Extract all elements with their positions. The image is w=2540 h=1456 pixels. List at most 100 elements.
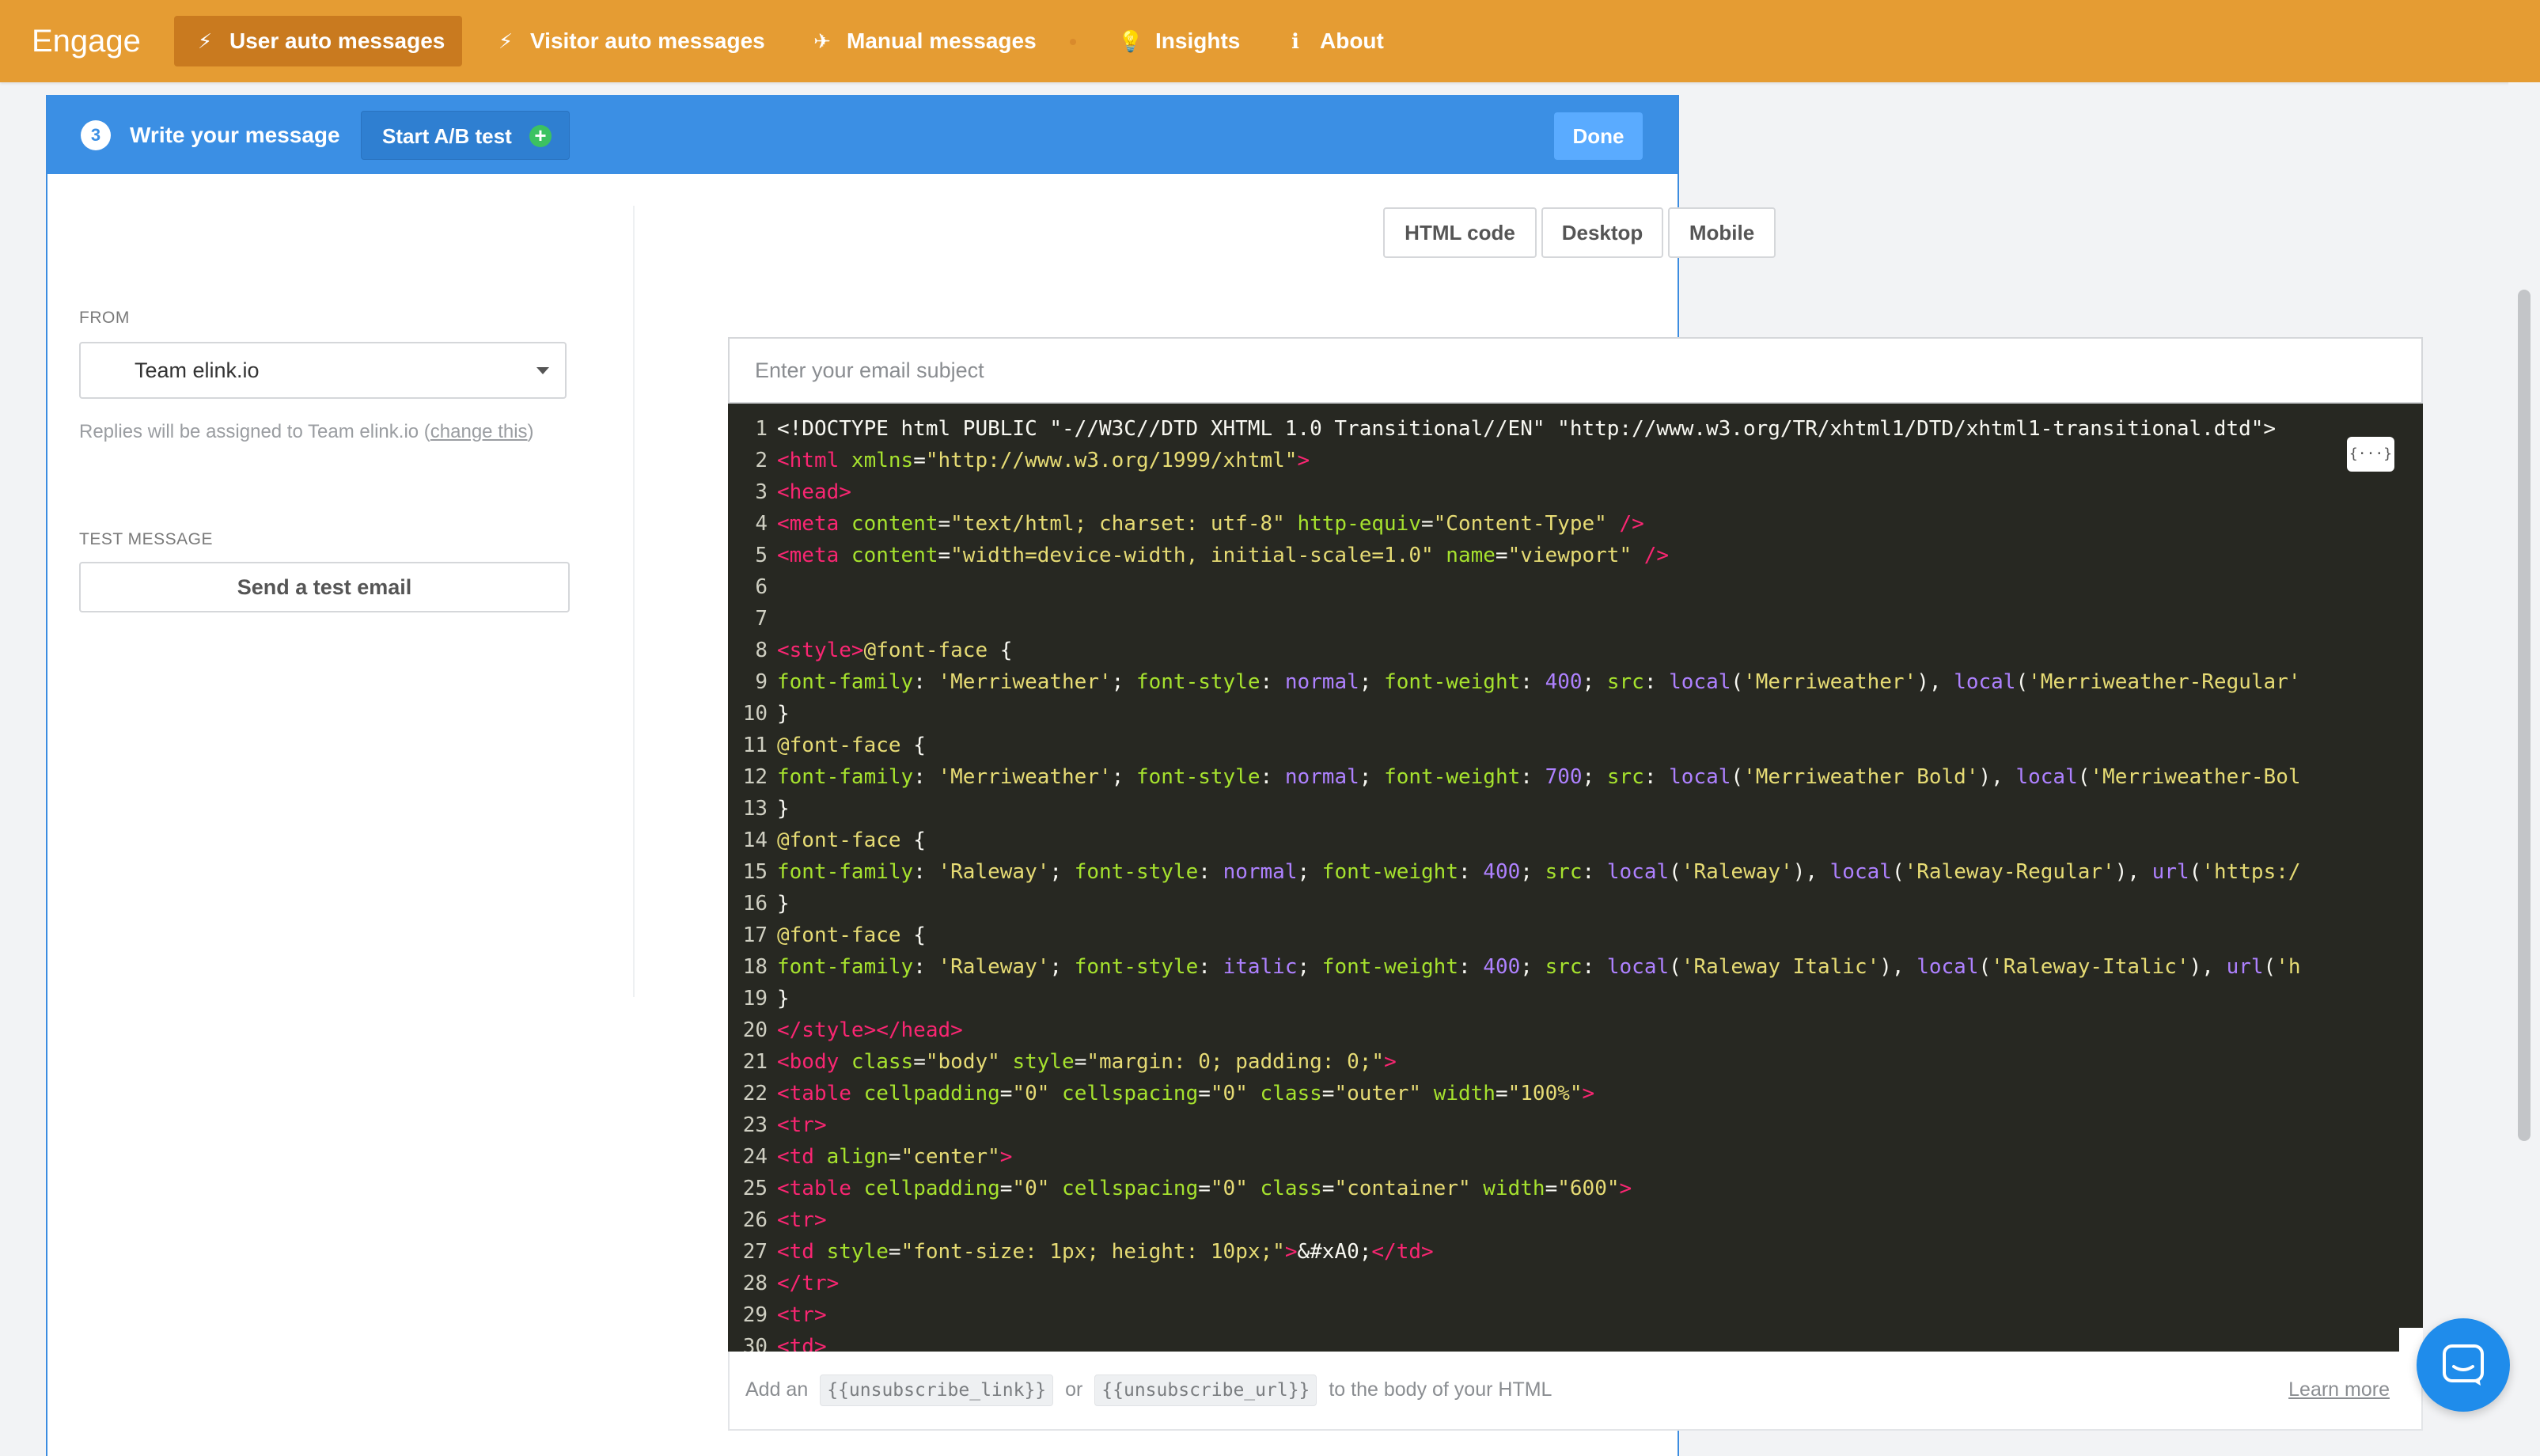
done-button[interactable]: Done	[1554, 112, 1643, 160]
code-token: >	[1284, 1240, 1298, 1264]
footer-suffix: to the body of your HTML	[1329, 1378, 1552, 1401]
code-token: 400	[1483, 955, 1521, 979]
code-token: &#xA0;	[1297, 1240, 1372, 1264]
line-number: 5	[755, 544, 768, 567]
code-token: font-weight	[1384, 765, 1521, 789]
plus-icon: +	[529, 125, 552, 147]
code-token: ;	[1111, 765, 1136, 789]
code-token: ;	[1520, 860, 1545, 884]
code-token: cellspacing	[1062, 1082, 1199, 1105]
code-token: </tr>	[777, 1272, 840, 1295]
nav-item-visitor-auto-messages[interactable]: ⚡ Visitor auto messages	[475, 16, 783, 66]
code-token: font-weight	[1321, 860, 1458, 884]
code-token: font-style	[1135, 765, 1261, 789]
code-token: 'Merriweather'	[938, 670, 1112, 694]
line-number: 28	[742, 1272, 768, 1295]
code-token: =	[1545, 1177, 1558, 1200]
html-code-editor[interactable]: 1 <!DOCTYPE html PUBLIC "-//W3C//DTD XHTM…	[728, 404, 2423, 1352]
code-token: cellpadding	[863, 1082, 1000, 1105]
code-token: url	[2226, 955, 2264, 979]
code-line: 30 <td>	[728, 1331, 2423, 1352]
code-token: @font-face	[863, 639, 988, 662]
code-token: =	[913, 449, 926, 472]
nav-item-label: Manual messages	[847, 28, 1037, 53]
code-line: 8 <style>@font-face {	[728, 635, 2423, 666]
code-token: font-style	[1074, 955, 1199, 979]
code-token: :	[1260, 765, 1285, 789]
code-token: ;	[1111, 670, 1136, 694]
code-token: {	[900, 734, 926, 757]
code-line: 20 </style></head>	[728, 1014, 2423, 1046]
code-line: 3 <head>	[728, 476, 2423, 508]
nav-item-user-auto-messages[interactable]: ⚡ User auto messages	[174, 16, 463, 66]
nav-item-insights[interactable]: 💡 Insights	[1100, 16, 1257, 66]
code-token: ;	[1297, 955, 1322, 979]
code-format-button[interactable]: {···}	[2347, 437, 2394, 472]
learn-more-link[interactable]: Learn more	[2288, 1352, 2390, 1428]
from-select-value: Team elink.io	[135, 358, 260, 382]
line-number: 13	[742, 797, 768, 821]
code-token: class	[1260, 1177, 1322, 1200]
line-number: 22	[742, 1082, 768, 1105]
code-token: (	[2263, 955, 2277, 979]
test-message-label: TEST MESSAGE	[79, 530, 213, 548]
code-token: font-family	[777, 670, 914, 694]
code-line: 16}	[728, 888, 2423, 919]
code-token: <meta	[777, 512, 851, 536]
code-token: 400	[1545, 670, 1583, 694]
code-token: font-family	[777, 955, 914, 979]
code-token: ;	[1520, 955, 1545, 979]
code-token: (	[1978, 955, 1992, 979]
code-line: 17 @font-face {	[728, 919, 2423, 951]
code-token: @font-face	[777, 828, 901, 852]
line-number: 6	[755, 575, 768, 599]
line-number: 10	[742, 702, 768, 726]
code-token: font-style	[1135, 670, 1261, 694]
code-token: "100%"	[1507, 1082, 1583, 1105]
code-token: "margin: 0; padding: 0;"	[1086, 1050, 1385, 1074]
page-scrollbar-thumb[interactable]	[2518, 290, 2531, 1141]
code-line: 19}	[728, 983, 2423, 1014]
line-number: 16	[742, 892, 768, 916]
nav-item-manual-messages[interactable]: ✈ Manual messages	[791, 16, 1054, 66]
code-token: 'Merriweather'	[1743, 670, 1917, 694]
code-line: 11 @font-face {	[728, 730, 2423, 761]
start-ab-test-button[interactable]: Start A/B test +	[361, 111, 570, 160]
nav-item-about[interactable]: ℹ About	[1264, 16, 1401, 66]
code-token: ;	[1359, 670, 1385, 694]
bolt-icon: ⚡	[498, 29, 514, 53]
line-number: 21	[742, 1050, 768, 1074]
code-line: 6	[728, 571, 2423, 603]
page-scrollbar[interactable]	[2508, 82, 2540, 1437]
line-number: 19	[742, 987, 768, 1010]
code-token: width	[1483, 1177, 1545, 1200]
top-nav: Engage ⚡ User auto messages ⚡ Visitor auto…	[0, 0, 2540, 82]
code-token: =	[913, 1050, 926, 1074]
code-token: 'Raleway-Italic'	[1991, 955, 2189, 979]
code-token: 'Merriweather Bold'	[1743, 765, 1979, 789]
line-number: 4	[755, 512, 768, 536]
email-subject-input[interactable]	[728, 337, 2423, 404]
step-number-badge: 3	[81, 120, 111, 150]
tab-mobile[interactable]: Mobile	[1668, 207, 1776, 258]
tab-desktop[interactable]: Desktop	[1541, 207, 1663, 258]
code-line: 1 <!DOCTYPE html PUBLIC "-//W3C//DTD XHTM…	[728, 413, 2423, 445]
code-line: 5 <meta content="width=device-width, init…	[728, 540, 2423, 571]
brand-logo[interactable]: Engage	[32, 19, 141, 63]
code-token: ),	[1792, 860, 1830, 884]
send-test-email-button[interactable]: Send a test email	[79, 562, 570, 612]
chat-launcher-button[interactable]	[2417, 1318, 2510, 1412]
from-label: FROM	[79, 309, 130, 327]
change-sender-link[interactable]: change this	[430, 421, 528, 442]
from-select[interactable]: Team elink.io	[79, 342, 567, 399]
code-line: 15 font-family: 'Raleway'; font-style: no…	[728, 856, 2423, 888]
code-token: />	[1643, 544, 1670, 567]
tab-html-code[interactable]: HTML code	[1383, 207, 1537, 258]
code-token: 'https:/	[2201, 860, 2301, 884]
code-token: ;	[1582, 765, 1607, 789]
code-token: {	[900, 923, 926, 947]
